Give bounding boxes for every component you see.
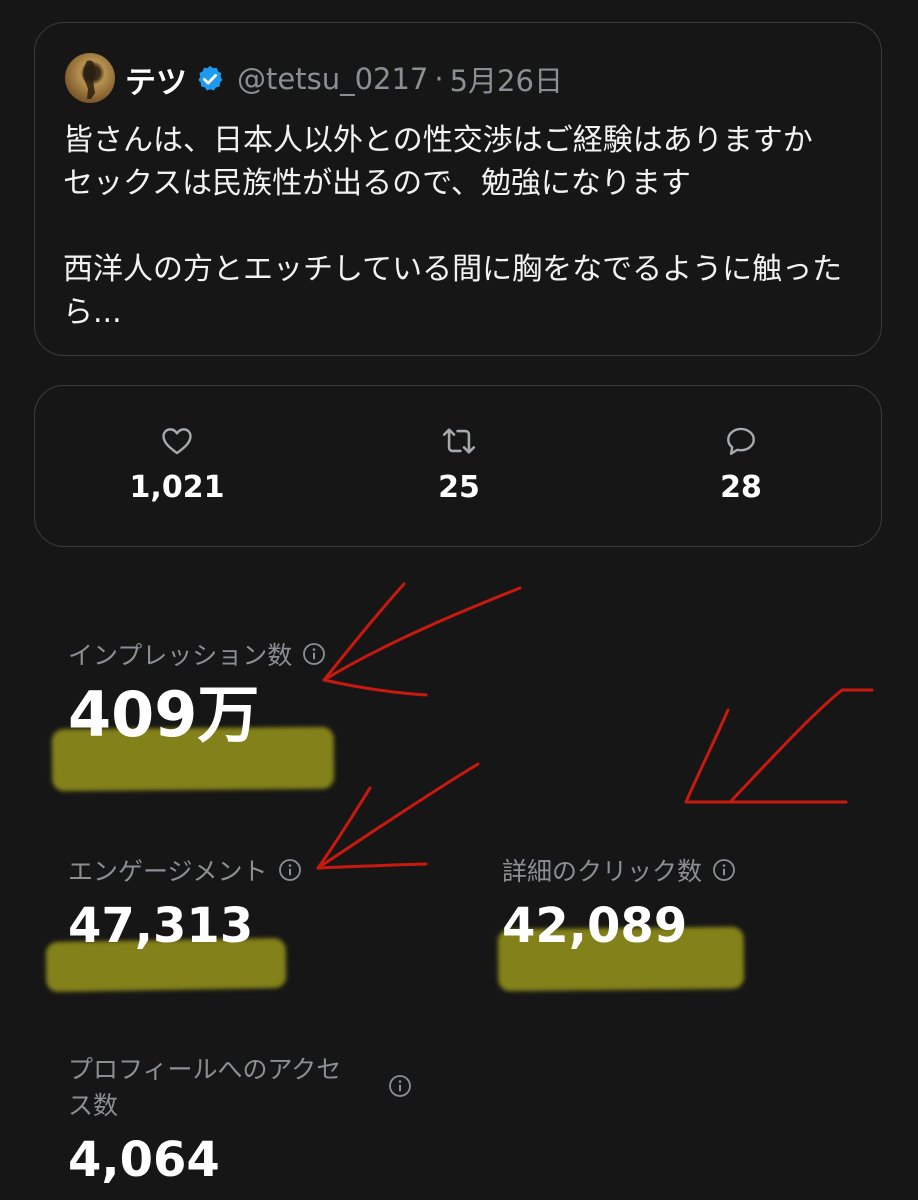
engagement-summary-card: 1,021 25 28 xyxy=(34,385,882,547)
red-arrow-annotation xyxy=(322,582,522,697)
info-icon[interactable] xyxy=(712,858,736,888)
likes-stat[interactable]: 1,021 xyxy=(97,424,257,505)
detail-clicks-label: 詳細のクリック数 xyxy=(502,852,736,888)
detail-clicks-label-text: 詳細のクリック数 xyxy=(502,857,703,886)
meta-separator: · xyxy=(434,62,444,96)
replies-stat[interactable]: 28 xyxy=(661,424,821,505)
author-name[interactable]: テツ xyxy=(125,57,187,102)
verified-badge-icon xyxy=(195,64,225,94)
red-arrow-annotation xyxy=(316,762,480,870)
info-icon[interactable] xyxy=(302,642,326,672)
info-icon[interactable] xyxy=(388,1074,412,1102)
reply-icon xyxy=(661,424,821,458)
tweet-header: テツ @tetsu_0217 · 5月26日 xyxy=(125,57,563,101)
author-handle[interactable]: @tetsu_0217 xyxy=(237,62,428,96)
impressions-label-text: インプレッション数 xyxy=(68,641,293,670)
quoted-tweet-card[interactable]: テツ @tetsu_0217 · 5月26日 皆さんは、日本人以外との性交渉はご… xyxy=(34,22,882,356)
profile-visits-label-line2: ス数 xyxy=(68,1091,119,1120)
engagements-label-text: エンゲージメント xyxy=(68,857,268,886)
repost-icon xyxy=(379,424,539,458)
replies-count: 28 xyxy=(720,470,762,505)
profile-visits-label-line1: プロフィールへのアクセ xyxy=(68,1055,342,1084)
engagements-label: エンゲージメント xyxy=(68,852,302,888)
info-icon[interactable] xyxy=(278,858,302,888)
red-arrow-annotation xyxy=(684,688,874,804)
heart-icon xyxy=(97,424,257,458)
profile-visits-value: 4,064 xyxy=(68,1132,220,1188)
avatar[interactable] xyxy=(65,53,115,103)
detail-clicks-value: 42,089 xyxy=(502,898,688,954)
tweet-text: 皆さんは、日本人以外との性交渉はご経験はありますか セックスは民族性が出るので、… xyxy=(63,123,843,330)
profile-visits-label: プロフィールへのアクセ ス数 xyxy=(68,1052,341,1124)
impressions-value: 409万 xyxy=(68,678,260,751)
reposts-stat[interactable]: 25 xyxy=(379,424,539,505)
engagements-value: 47,313 xyxy=(68,898,254,954)
impressions-label: インプレッション数 xyxy=(68,636,326,672)
post-date[interactable]: 5月26日 xyxy=(450,58,563,100)
likes-count: 1,021 xyxy=(129,470,225,505)
reposts-count: 25 xyxy=(438,470,480,505)
